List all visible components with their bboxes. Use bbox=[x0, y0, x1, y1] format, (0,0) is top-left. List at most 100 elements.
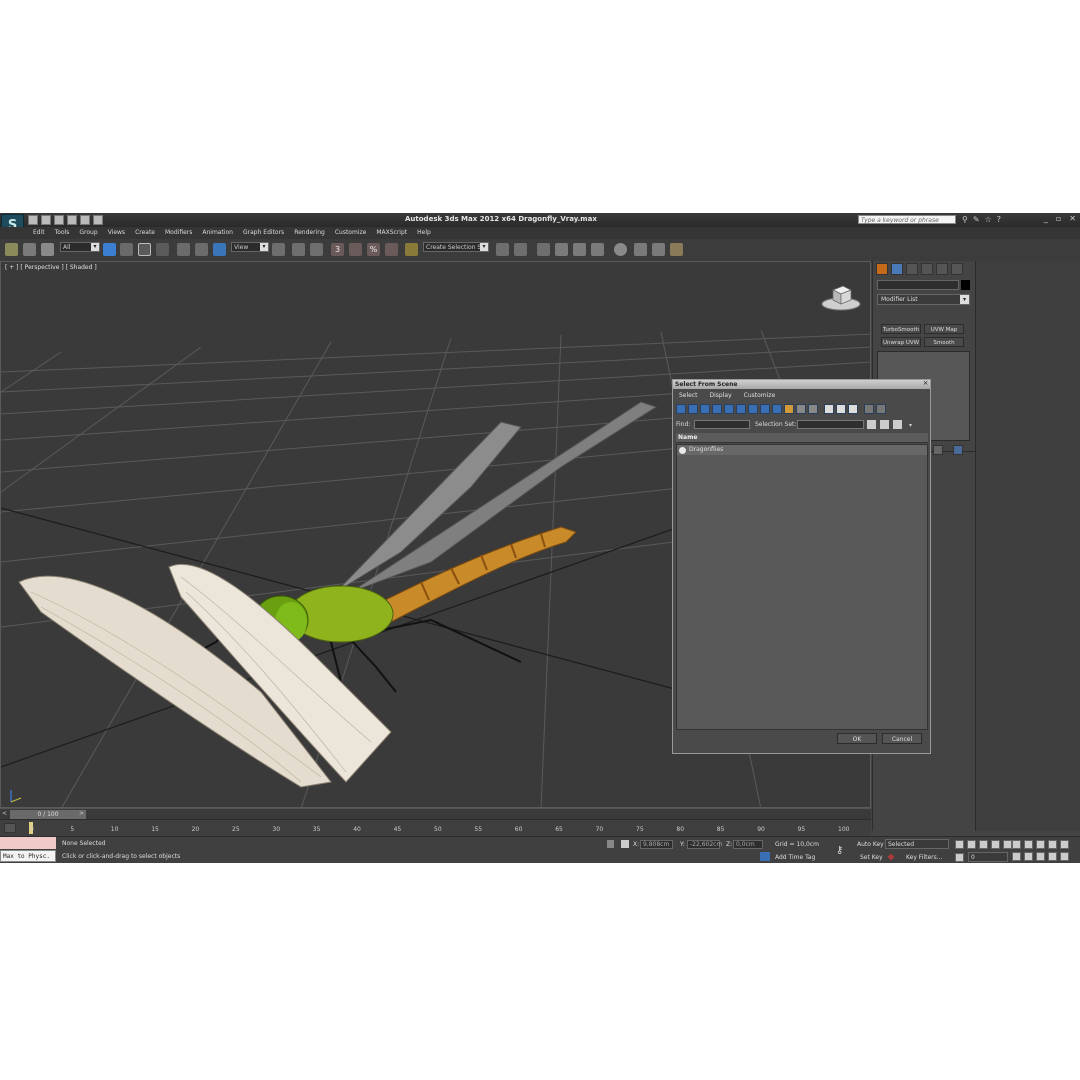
edit-set-icon[interactable] bbox=[880, 420, 889, 429]
help-icon[interactable]: ? bbox=[997, 215, 1001, 224]
maximize-viewport-icon[interactable] bbox=[1060, 852, 1069, 861]
rectangular-selection-icon[interactable] bbox=[138, 243, 151, 256]
select-object-icon[interactable] bbox=[103, 243, 116, 256]
mirror-icon[interactable] bbox=[496, 243, 509, 256]
window-crossing-icon[interactable] bbox=[156, 243, 169, 256]
time-tag-icon[interactable] bbox=[760, 852, 770, 861]
display-groups-icon[interactable] bbox=[748, 404, 758, 414]
menu-graph-editors[interactable]: Graph Editors bbox=[238, 229, 289, 236]
select-and-link-icon[interactable] bbox=[5, 243, 18, 256]
absolute-mode-icon[interactable] bbox=[621, 840, 629, 848]
prev-frame-icon[interactable]: < bbox=[2, 810, 7, 817]
previous-key-icon[interactable] bbox=[967, 840, 976, 849]
current-frame-field[interactable]: 0 bbox=[968, 852, 1008, 862]
new-file-icon[interactable] bbox=[28, 215, 38, 225]
menu-create[interactable]: Create bbox=[130, 229, 160, 236]
motion-tab-icon[interactable] bbox=[921, 263, 933, 275]
display-spacewarps-icon[interactable] bbox=[736, 404, 746, 414]
schematic-view-icon[interactable] bbox=[591, 243, 604, 256]
time-slider[interactable]: 0 / 100 bbox=[10, 810, 86, 819]
filter-funnel-icon[interactable] bbox=[864, 404, 874, 414]
configure-sets-icon[interactable] bbox=[953, 445, 963, 455]
pin-stack-icon[interactable] bbox=[933, 445, 943, 455]
hierarchy-tab-icon[interactable] bbox=[906, 263, 918, 275]
timeline-track[interactable]: 0 5 10 15 20 25 30 35 40 45 50 55 60 65 70 75 80 85 90 95 10… bbox=[0, 819, 871, 837]
percent-snap-icon[interactable]: % bbox=[367, 243, 380, 256]
utilities-tab-icon[interactable] bbox=[951, 263, 963, 275]
select-and-move-icon[interactable] bbox=[177, 243, 190, 256]
dialog-title[interactable]: Select From Scene bbox=[673, 380, 930, 389]
render-setup-icon[interactable] bbox=[634, 243, 647, 256]
go-to-start-icon[interactable] bbox=[955, 840, 964, 849]
add-time-tag[interactable]: Add Time Tag bbox=[775, 854, 815, 861]
menu-group[interactable]: Group bbox=[74, 229, 102, 236]
display-none-icon[interactable] bbox=[796, 404, 806, 414]
lock-selection-icon[interactable] bbox=[607, 840, 614, 848]
display-invert-icon[interactable] bbox=[808, 404, 818, 414]
scene-object-list[interactable]: Dragonflies bbox=[676, 444, 928, 730]
menu-customize[interactable]: Customize bbox=[330, 229, 372, 236]
undo-icon[interactable] bbox=[67, 215, 77, 225]
menu-modifiers[interactable]: Modifiers bbox=[160, 229, 197, 236]
close-icon[interactable]: ✕ bbox=[1069, 214, 1076, 223]
menu-rendering[interactable]: Rendering bbox=[289, 229, 330, 236]
display-all-icon[interactable] bbox=[784, 404, 794, 414]
reference-coordinate-dropdown[interactable]: View ▾ bbox=[231, 242, 269, 252]
y-coordinate-field[interactable]: -22,602cm bbox=[687, 840, 722, 849]
set-key-icon[interactable]: ⚷ bbox=[836, 845, 843, 856]
uvw-map-button[interactable]: UVW Map bbox=[924, 324, 964, 334]
pan-view-icon[interactable] bbox=[1024, 852, 1033, 861]
open-file-icon[interactable] bbox=[41, 215, 51, 225]
sort-icon[interactable] bbox=[893, 420, 902, 429]
select-none-icon[interactable] bbox=[836, 404, 846, 414]
object-color-swatch[interactable] bbox=[961, 280, 970, 290]
smooth-button[interactable]: Smooth bbox=[924, 337, 964, 347]
unwrap-uvw-button[interactable]: Unwrap UVW bbox=[881, 337, 921, 347]
z-coordinate-field[interactable]: 0,0cm bbox=[733, 840, 763, 849]
zoom-all-icon[interactable] bbox=[1024, 840, 1033, 849]
select-and-rotate-icon[interactable] bbox=[195, 243, 208, 256]
project-folder-icon[interactable] bbox=[93, 215, 103, 225]
dragonfly-model[interactable] bbox=[18, 401, 658, 788]
menu-animation[interactable]: Animation bbox=[197, 229, 238, 236]
object-name-field[interactable] bbox=[877, 280, 959, 290]
filter-options-icon[interactable] bbox=[876, 404, 886, 414]
manipulate-icon[interactable] bbox=[292, 243, 305, 256]
modifier-list-dropdown[interactable]: Modifier List ▾ bbox=[877, 294, 970, 305]
binoculars-icon[interactable]: ⚲ bbox=[962, 215, 968, 224]
menu-tools[interactable]: Tools bbox=[50, 229, 75, 236]
dialog-menu-display[interactable]: Display bbox=[704, 390, 738, 401]
save-file-icon[interactable] bbox=[54, 215, 64, 225]
set-key-button[interactable]: Set Key bbox=[860, 854, 883, 861]
redo-icon[interactable] bbox=[80, 215, 90, 225]
bind-space-warp-icon[interactable] bbox=[41, 243, 54, 256]
zoom-extents-all-icon[interactable] bbox=[1048, 840, 1057, 849]
name-column-header[interactable]: Name bbox=[676, 433, 928, 443]
rendered-frame-window-icon[interactable] bbox=[652, 243, 665, 256]
display-lights-icon[interactable] bbox=[700, 404, 710, 414]
display-shapes-icon[interactable] bbox=[688, 404, 698, 414]
list-item[interactable]: Dragonflies bbox=[677, 445, 927, 455]
zoom-icon[interactable] bbox=[1012, 840, 1021, 849]
zoom-extents-icon[interactable] bbox=[1036, 840, 1045, 849]
menu-maxscript[interactable]: MAXScript bbox=[371, 229, 412, 236]
favorites-star-icon[interactable]: ☆ bbox=[985, 215, 992, 224]
orbit-icon[interactable] bbox=[1036, 852, 1045, 861]
curve-editor-icon[interactable] bbox=[573, 243, 586, 256]
restore-icon[interactable]: ▫ bbox=[1056, 214, 1061, 223]
dialog-close-icon[interactable]: × bbox=[922, 380, 929, 387]
key-filters-button[interactable]: Key Filters... bbox=[906, 854, 943, 861]
select-invert-icon[interactable] bbox=[848, 404, 858, 414]
time-config-icon[interactable] bbox=[1012, 852, 1021, 861]
selection-filter-dropdown[interactable]: All ▾ bbox=[60, 242, 100, 252]
display-helpers-icon[interactable] bbox=[724, 404, 734, 414]
menu-edit[interactable]: Edit bbox=[28, 229, 50, 236]
maxscript-mini-listener[interactable]: Max to Physc. bbox=[0, 850, 56, 862]
material-editor-icon[interactable] bbox=[614, 243, 627, 256]
select-and-scale-icon[interactable] bbox=[213, 243, 226, 256]
pivot-center-icon[interactable] bbox=[272, 243, 285, 256]
dialog-menu-select[interactable]: Select bbox=[673, 390, 704, 401]
minimize-icon[interactable]: _ bbox=[1044, 214, 1048, 223]
next-key-icon[interactable] bbox=[991, 840, 1000, 849]
display-xrefs-icon[interactable] bbox=[760, 404, 770, 414]
